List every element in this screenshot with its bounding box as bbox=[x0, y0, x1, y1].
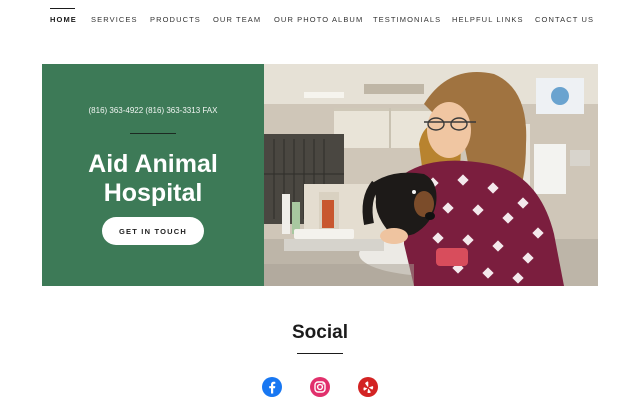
hero-divider bbox=[130, 133, 176, 134]
nav-item-our-team[interactable]: OUR TEAM bbox=[213, 15, 261, 24]
phone-numbers: (816) 363-4922 (816) 363-3313 FAX bbox=[88, 106, 218, 115]
nav-item-products[interactable]: PRODUCTS bbox=[150, 15, 201, 24]
hero-photo bbox=[264, 64, 598, 286]
nav-item-testimonials[interactable]: TESTIMONIALS bbox=[373, 15, 441, 24]
social-heading: Social bbox=[292, 322, 348, 343]
main-navigation: HOME SERVICES PRODUCTS OUR TEAM OUR PHOT… bbox=[0, 0, 640, 40]
active-nav-indicator bbox=[50, 8, 75, 9]
hero-panel: (816) 363-4922 (816) 363-3313 FAX Aid An… bbox=[42, 64, 264, 286]
facebook-icon[interactable] bbox=[262, 377, 282, 397]
vet-clinic-photo bbox=[264, 64, 598, 286]
get-in-touch-button[interactable]: GET IN TOUCH bbox=[102, 217, 204, 245]
nav-item-helpful-links[interactable]: HELPFUL LINKS bbox=[452, 15, 524, 24]
yelp-icon[interactable] bbox=[358, 377, 378, 397]
hero-section: (816) 363-4922 (816) 363-3313 FAX Aid An… bbox=[42, 64, 598, 286]
nav-item-services[interactable]: SERVICES bbox=[91, 15, 138, 24]
nav-item-home[interactable]: HOME bbox=[50, 15, 77, 24]
hero-title: Aid Animal Hospital bbox=[88, 150, 218, 207]
instagram-icon[interactable] bbox=[310, 377, 330, 397]
nav-item-contact-us[interactable]: CONTACT US bbox=[535, 15, 594, 24]
social-divider bbox=[297, 353, 343, 354]
nav-item-photo-album[interactable]: OUR PHOTO ALBUM bbox=[274, 15, 363, 24]
